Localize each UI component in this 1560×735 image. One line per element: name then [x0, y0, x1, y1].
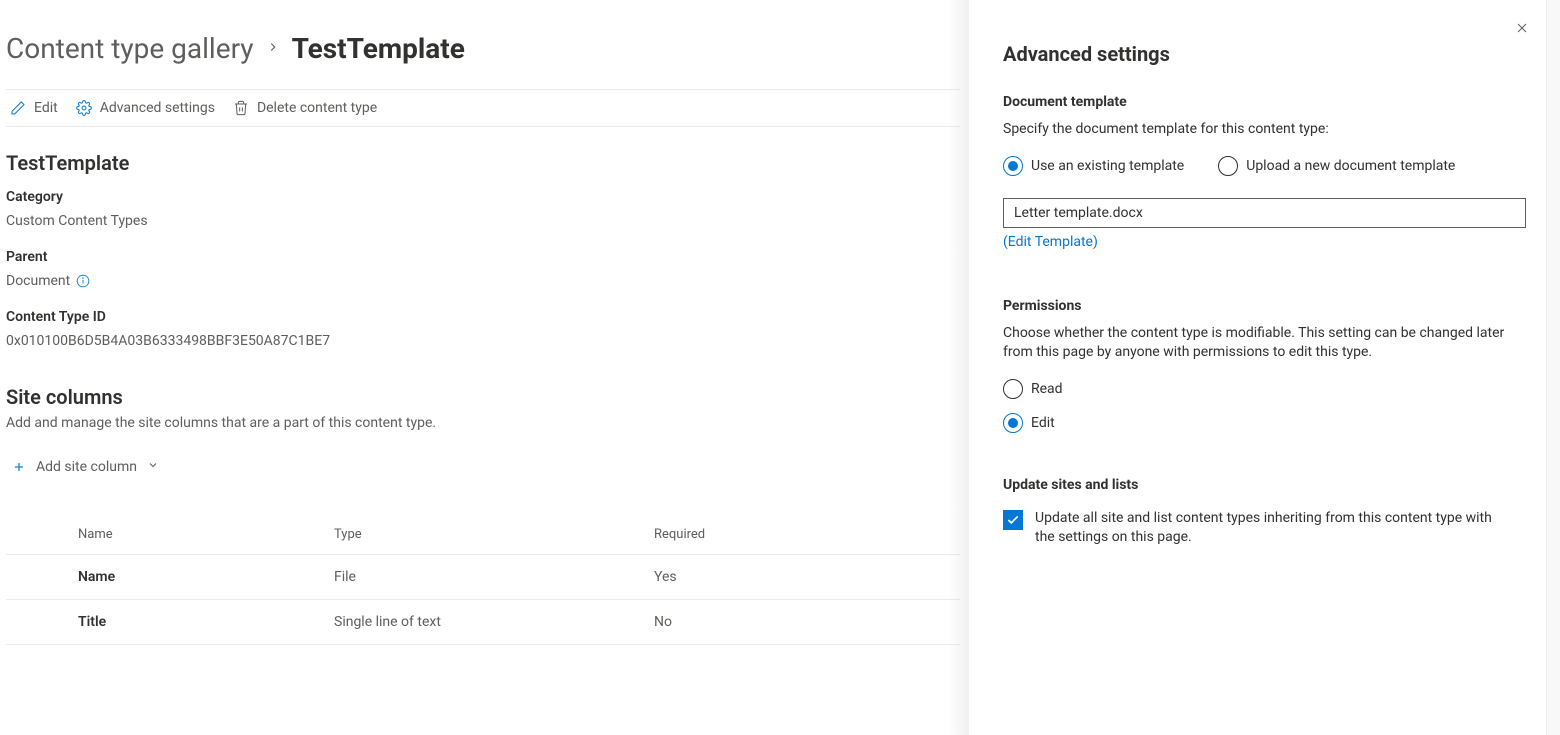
- doc-template-heading: Document template: [1003, 94, 1526, 110]
- parent-value: Document: [6, 273, 960, 289]
- advanced-settings-button[interactable]: Advanced settings: [76, 100, 215, 116]
- advanced-label: Advanced settings: [100, 100, 215, 116]
- radio-label: Edit: [1031, 415, 1055, 431]
- radio-icon: [1218, 156, 1238, 176]
- radio-label: Use an existing template: [1031, 158, 1184, 174]
- breadcrumb-parent[interactable]: Content type gallery: [6, 32, 254, 65]
- template-path-input[interactable]: [1003, 198, 1526, 228]
- details-section: TestTemplate Category Custom Content Typ…: [6, 127, 960, 349]
- radio-icon: [1003, 156, 1023, 176]
- command-bar: Edit Advanced settings Delete content ty…: [6, 89, 960, 127]
- panel-scrollbar[interactable]: [1546, 0, 1560, 735]
- add-site-column-button[interactable]: Add site column: [6, 459, 960, 475]
- add-site-column-label: Add site column: [36, 459, 137, 475]
- edit-label: Edit: [34, 100, 58, 116]
- radio-use-existing[interactable]: Use an existing template: [1003, 156, 1184, 176]
- breadcrumb-current: TestTemplate: [292, 32, 465, 65]
- ctid-label: Content Type ID: [6, 309, 960, 325]
- delete-label: Delete content type: [257, 100, 377, 116]
- table-row[interactable]: Title Single line of text No: [6, 600, 960, 645]
- radio-icon: [1003, 379, 1023, 399]
- content-type-title: TestTemplate: [6, 151, 960, 175]
- category-label: Category: [6, 189, 960, 205]
- row-required: Yes: [646, 555, 960, 600]
- col-header-type[interactable]: Type: [326, 515, 646, 555]
- check-icon: [1006, 513, 1020, 527]
- permissions-description: Choose whether the content type is modif…: [1003, 324, 1526, 363]
- radio-icon: [1003, 413, 1023, 433]
- radio-edit[interactable]: Edit: [1003, 413, 1526, 433]
- site-columns-table: Name Type Required Name File Yes Title S…: [6, 515, 960, 645]
- table-header-row: Name Type Required: [6, 515, 960, 555]
- table-row[interactable]: Name File Yes: [6, 555, 960, 600]
- row-name: Title: [6, 600, 326, 645]
- info-icon[interactable]: [76, 274, 90, 288]
- close-button[interactable]: [1512, 18, 1532, 38]
- plus-icon: [12, 460, 28, 474]
- parent-label: Parent: [6, 249, 960, 265]
- radio-label: Upload a new document template: [1246, 158, 1455, 174]
- trash-icon: [233, 100, 249, 116]
- pencil-icon: [10, 100, 26, 116]
- permissions-radio-group: Read Edit: [1003, 379, 1526, 433]
- site-columns-description: Add and manage the site columns that are…: [6, 415, 960, 431]
- template-radio-group: Use an existing template Upload a new do…: [1003, 156, 1526, 176]
- row-type: Single line of text: [326, 600, 646, 645]
- site-columns-title: Site columns: [6, 385, 960, 409]
- row-name: Name: [6, 555, 326, 600]
- radio-label: Read: [1031, 381, 1063, 397]
- update-heading: Update sites and lists: [1003, 477, 1526, 493]
- update-checkbox[interactable]: [1003, 510, 1023, 530]
- update-checkbox-row: Update all site and list content types i…: [1003, 509, 1526, 548]
- ctid-value: 0x010100B6D5B4A03B6333498BBF3E50A87C1BE7: [6, 333, 960, 349]
- row-required: No: [646, 600, 960, 645]
- col-header-name[interactable]: Name: [6, 515, 326, 555]
- col-header-required[interactable]: Required: [646, 515, 960, 555]
- gear-icon: [76, 100, 92, 116]
- chevron-right-icon: [266, 38, 280, 59]
- main-content: Content type gallery TestTemplate Edit A…: [0, 0, 960, 645]
- radio-read[interactable]: Read: [1003, 379, 1526, 399]
- row-type: File: [326, 555, 646, 600]
- advanced-settings-panel: Advanced settings Document template Spec…: [968, 0, 1560, 735]
- chevron-down-icon: [147, 459, 159, 475]
- panel-title: Advanced settings: [1003, 42, 1526, 66]
- edit-button[interactable]: Edit: [10, 100, 58, 116]
- radio-upload-new[interactable]: Upload a new document template: [1218, 156, 1455, 176]
- breadcrumb: Content type gallery TestTemplate: [6, 0, 960, 89]
- permissions-heading: Permissions: [1003, 298, 1526, 314]
- update-checkbox-label: Update all site and list content types i…: [1035, 509, 1515, 548]
- doc-template-description: Specify the document template for this c…: [1003, 120, 1526, 140]
- close-icon: [1514, 20, 1530, 36]
- delete-button[interactable]: Delete content type: [233, 100, 377, 116]
- category-value: Custom Content Types: [6, 213, 960, 229]
- parent-value-text: Document: [6, 273, 70, 289]
- edit-template-link[interactable]: (Edit Template): [1003, 234, 1098, 250]
